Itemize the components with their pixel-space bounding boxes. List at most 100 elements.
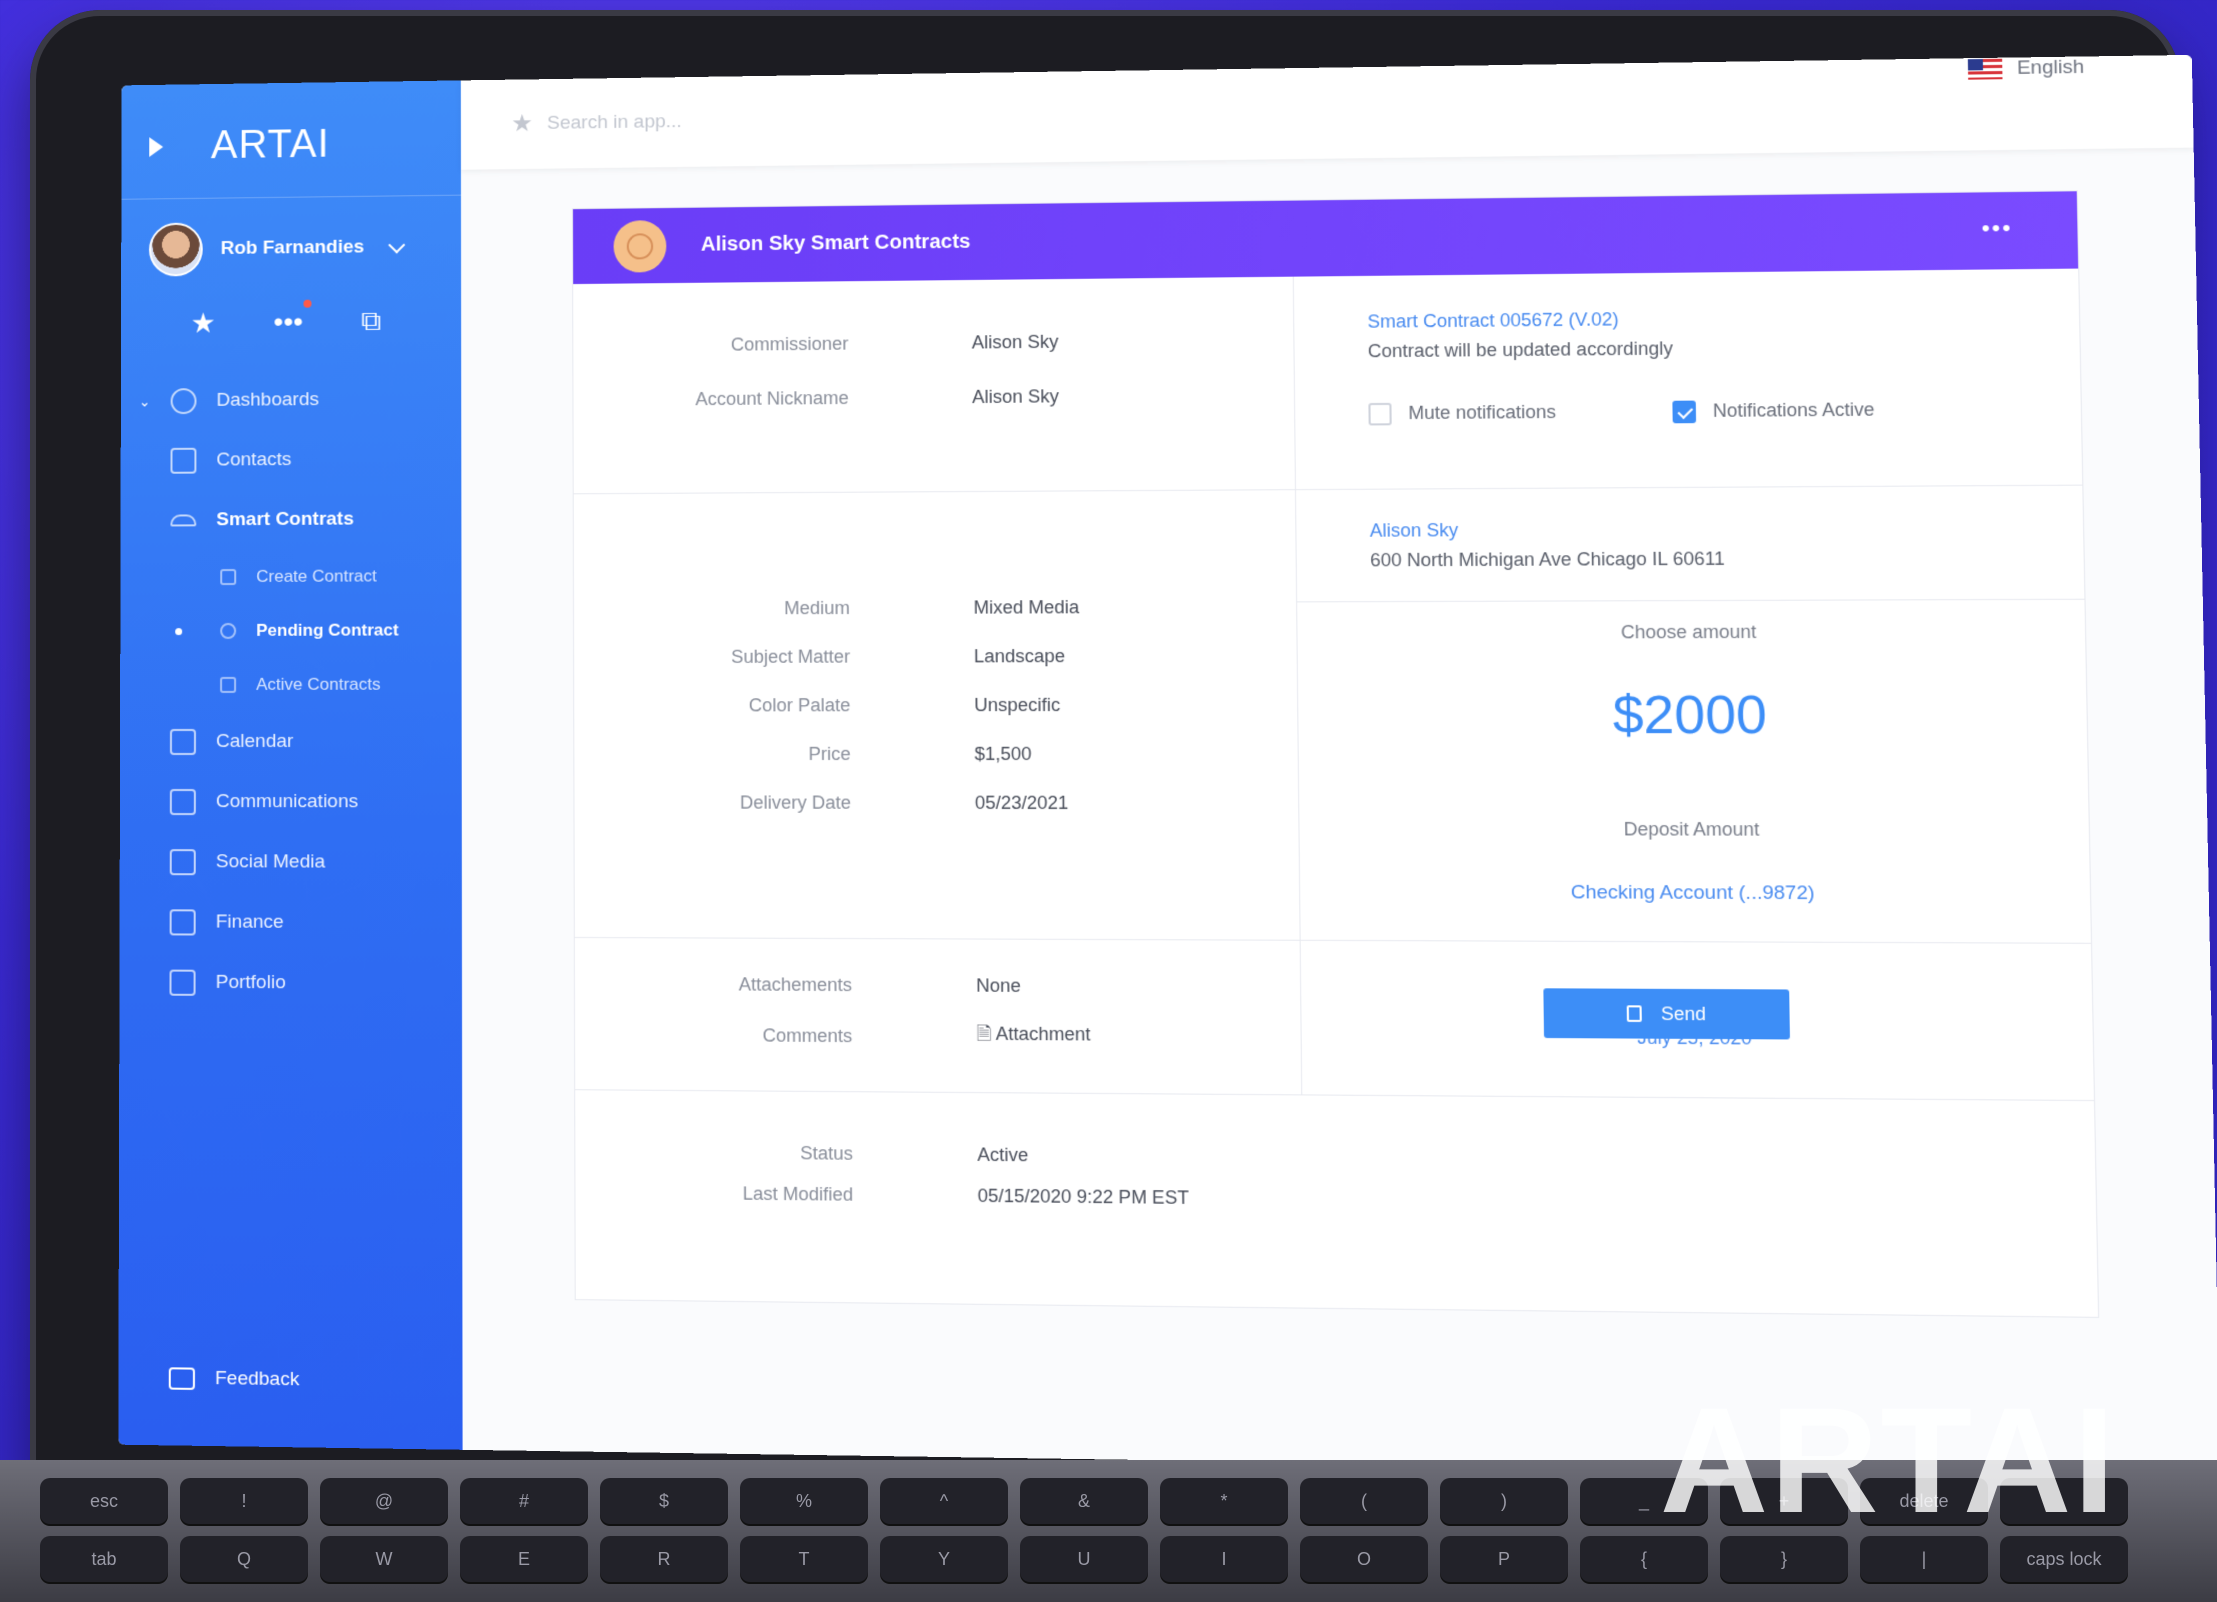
sidebar-toggle-icon[interactable] bbox=[149, 136, 164, 157]
field-value: Landscape bbox=[973, 645, 1066, 666]
send-label[interactable]: Send bbox=[1661, 1003, 1706, 1025]
sidebar-item-calendar[interactable]: Calendar bbox=[120, 712, 462, 772]
kv-row: Last Modified 05/15/2020 9:22 PM EST bbox=[575, 1172, 1302, 1220]
notification-dot bbox=[303, 299, 312, 308]
dashboard-icon bbox=[170, 388, 197, 415]
sidebar-item-label: Pending Contract bbox=[256, 620, 399, 640]
star-icon[interactable]: ★ bbox=[511, 109, 533, 138]
sidebar-nav: ⌄ Dashboards Contacts Smart Contrats Cre… bbox=[119, 369, 462, 1014]
sidebar-item-label: Smart Contrats bbox=[216, 508, 354, 531]
attachment-link-label[interactable]: Attachment bbox=[996, 1024, 1091, 1045]
kv-row: Attachements None bbox=[575, 958, 1301, 1013]
handshake-icon bbox=[170, 514, 197, 527]
kv-row: Medium Mixed Media bbox=[574, 582, 1296, 633]
key: * bbox=[1160, 1478, 1288, 1524]
chevron-down-icon[interactable]: ⌄ bbox=[139, 393, 151, 410]
key: I bbox=[1160, 1536, 1288, 1582]
map-icon[interactable]: ⧉ bbox=[361, 305, 381, 338]
field-value: Unspecific bbox=[974, 694, 1061, 715]
key: @ bbox=[320, 1478, 448, 1524]
field-label: Status bbox=[800, 1142, 853, 1164]
field-value: 05/23/2021 bbox=[974, 792, 1069, 813]
user-icon bbox=[626, 232, 654, 260]
deposit-label: Deposit Amount bbox=[1623, 818, 1760, 840]
kv-row: Subject Matter Landscape bbox=[574, 631, 1297, 681]
card-title: Alison Sky Smart Contracts bbox=[700, 230, 971, 256]
status-value: Active bbox=[977, 1143, 1029, 1165]
sidebar-item-label: Active Contracts bbox=[256, 674, 381, 694]
feedback-button[interactable]: Feedback bbox=[168, 1367, 299, 1391]
contract-note: Contract will be updated accordingly bbox=[1367, 338, 1674, 362]
brand: ARTAI bbox=[149, 121, 330, 169]
sidebar-item-social-media[interactable]: Social Media bbox=[120, 832, 462, 893]
key: ^ bbox=[880, 1478, 1008, 1524]
account-selector[interactable]: Checking Account (...9872) bbox=[1300, 881, 2091, 906]
sidebar-item-smart-contracts[interactable]: Smart Contrats bbox=[121, 489, 462, 551]
notification-options: Mute notifications Notifications Active bbox=[1368, 398, 2006, 426]
language-label[interactable]: English bbox=[2017, 56, 2084, 80]
brand-name: ARTAI bbox=[210, 121, 330, 168]
mute-notifications-checkbox[interactable]: Mute notifications bbox=[1368, 402, 1556, 426]
address-block: Alison Sky 600 North Michigan Ave Chicag… bbox=[1296, 486, 2086, 608]
kv-row: Comments 🗎 Attachment bbox=[575, 1009, 1301, 1064]
key: R bbox=[600, 1536, 728, 1582]
divider bbox=[121, 194, 461, 200]
kv-row: Account Nickname Alison Sky bbox=[573, 367, 1294, 427]
app-screen: ARTAI Rob Farnandies ★ ••• ⧉ ⌄ Dashboard… bbox=[118, 54, 2217, 1477]
language-selector[interactable]: English bbox=[1967, 56, 2084, 80]
search-bar[interactable]: ★ Search in app... bbox=[511, 107, 682, 138]
key: E bbox=[460, 1536, 588, 1582]
search-input[interactable]: Search in app... bbox=[547, 111, 682, 135]
sidebar-item-label: Create Contract bbox=[256, 566, 377, 586]
sidebar-item-contacts[interactable]: Contacts bbox=[121, 429, 462, 491]
sidebar-item-communications[interactable]: Communications bbox=[120, 772, 462, 833]
calendar-icon bbox=[169, 728, 196, 755]
bar-chart-icon bbox=[169, 969, 196, 996]
send-icon bbox=[1626, 1005, 1642, 1022]
attachment-link[interactable]: 🗎 Attachment bbox=[976, 1021, 1090, 1052]
contract-card: Alison Sky Smart Contracts ••• Commissio… bbox=[571, 190, 2100, 1318]
field-label: Price bbox=[808, 743, 851, 764]
sidebar-item-dashboards[interactable]: ⌄ Dashboards bbox=[121, 369, 461, 431]
sidebar-item-create-contract[interactable]: Create Contract bbox=[120, 549, 461, 604]
user-menu[interactable]: Rob Farnandies bbox=[148, 220, 405, 277]
star-icon[interactable]: ★ bbox=[191, 307, 216, 340]
sidebar-item-pending-contract[interactable]: Pending Contract bbox=[120, 603, 461, 658]
avatar[interactable] bbox=[148, 222, 203, 277]
key: $ bbox=[600, 1478, 728, 1524]
key: tab bbox=[40, 1536, 168, 1582]
key: W bbox=[320, 1536, 448, 1582]
contract-details: Commissioner Alison Sky Account Nickname A… bbox=[573, 276, 1303, 1292]
sidebar-item-label: Communications bbox=[215, 791, 359, 813]
checkbox-label[interactable]: Mute notifications bbox=[1408, 402, 1556, 424]
sidebar-item-active-contracts[interactable]: Active Contracts bbox=[120, 657, 462, 712]
chat-icon bbox=[169, 789, 196, 816]
contract-link[interactable]: Smart Contract 005672 (V.02) bbox=[1367, 305, 2005, 332]
contacts-icon bbox=[170, 447, 197, 474]
finance-chart-icon bbox=[169, 909, 196, 936]
sidebar-item-label: Dashboards bbox=[216, 389, 319, 411]
top-bar: ★ Search in app... English bbox=[460, 54, 2194, 170]
key: Y bbox=[880, 1536, 1008, 1582]
more-options-icon[interactable]: ••• bbox=[1981, 215, 2013, 242]
send-button[interactable]: Send bbox=[1543, 988, 1790, 1040]
chevron-down-icon[interactable] bbox=[387, 236, 405, 254]
checkbox[interactable] bbox=[1368, 403, 1392, 426]
brand-watermark: ARTAI bbox=[1659, 1376, 2117, 1544]
field-label: Subject Matter bbox=[731, 645, 851, 667]
checkbox-checked[interactable] bbox=[1672, 400, 1697, 424]
address-name[interactable]: Alison Sky bbox=[1370, 517, 2009, 542]
sidebar-item-portfolio[interactable]: Portfolio bbox=[119, 952, 462, 1014]
sidebar-item-finance[interactable]: Finance bbox=[120, 892, 462, 954]
amount-value[interactable]: $2000 bbox=[1298, 684, 2088, 747]
field-value: Alison Sky bbox=[971, 331, 1059, 353]
feedback-icon bbox=[168, 1367, 195, 1390]
key: & bbox=[1020, 1478, 1148, 1524]
more-icon[interactable]: ••• bbox=[274, 299, 312, 339]
contract-info-block: Smart Contract 005672 (V.02) Contract wi… bbox=[1294, 269, 2083, 462]
user-name[interactable]: Rob Farnandies bbox=[221, 237, 365, 260]
checkbox-label[interactable]: Notifications Active bbox=[1713, 399, 1875, 421]
field-label: Comments bbox=[762, 1024, 853, 1046]
notifications-active-checkbox[interactable]: Notifications Active bbox=[1672, 399, 1875, 424]
key: % bbox=[740, 1478, 868, 1524]
